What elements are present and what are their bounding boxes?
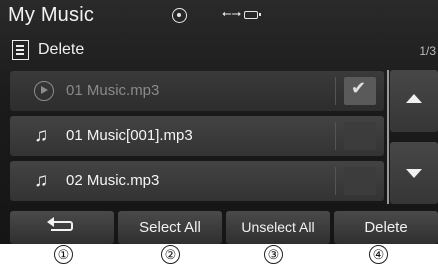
triangle-down-icon: [406, 169, 422, 178]
unselect-all-button[interactable]: Unselect All: [226, 211, 330, 244]
mode-title: Delete: [38, 41, 85, 58]
track-checkbox[interactable]: [344, 167, 376, 195]
callout-1: ①: [54, 245, 73, 264]
scroll-down-button[interactable]: [390, 142, 438, 204]
callout-3: ③: [264, 245, 283, 264]
divider: [335, 122, 336, 150]
divider: [335, 167, 336, 195]
track-name: 02 Music.mp3: [66, 172, 160, 189]
sub-header: Delete 1/3: [0, 36, 438, 66]
scrollbar-track[interactable]: [387, 70, 389, 204]
checkmark-icon: ✔: [351, 78, 367, 98]
play-circle-icon: [34, 81, 54, 101]
page-indicator: 1/3: [419, 44, 436, 58]
track-name: 01 Music.mp3: [66, 82, 160, 99]
delete-button[interactable]: Delete: [334, 211, 438, 244]
back-arrow-icon: [47, 217, 73, 231]
my-music-delete-screen: My Music ⭠⭢ Delete 1/3 01 Music.mp3 ✔ ♫ …: [0, 0, 438, 244]
select-all-button[interactable]: Select All: [118, 211, 222, 244]
track-name: 01 Music[001].mp3: [66, 127, 193, 144]
document-list-icon: [12, 40, 29, 60]
list-item[interactable]: ♫ 02 Music.mp3: [10, 161, 384, 201]
music-note-icon: ♫: [34, 170, 49, 191]
divider: [335, 77, 336, 105]
scroll-up-button[interactable]: [390, 70, 438, 132]
disc-icon: [172, 8, 187, 23]
track-checkbox[interactable]: [344, 122, 376, 150]
back-button[interactable]: [10, 211, 114, 244]
list-item[interactable]: 01 Music.mp3 ✔: [10, 71, 384, 111]
list-item[interactable]: ♫ 01 Music[001].mp3: [10, 116, 384, 156]
battery-icon: [244, 11, 261, 19]
triangle-up-icon: [406, 94, 422, 103]
page-title: My Music: [8, 4, 95, 26]
track-checkbox[interactable]: ✔: [344, 77, 376, 105]
callout-2: ②: [161, 245, 180, 264]
callout-4: ④: [369, 245, 388, 264]
title-bar: My Music ⭠⭢: [0, 0, 438, 36]
usb-icon: ⭠⭢: [222, 6, 242, 20]
music-note-icon: ♫: [34, 125, 49, 146]
